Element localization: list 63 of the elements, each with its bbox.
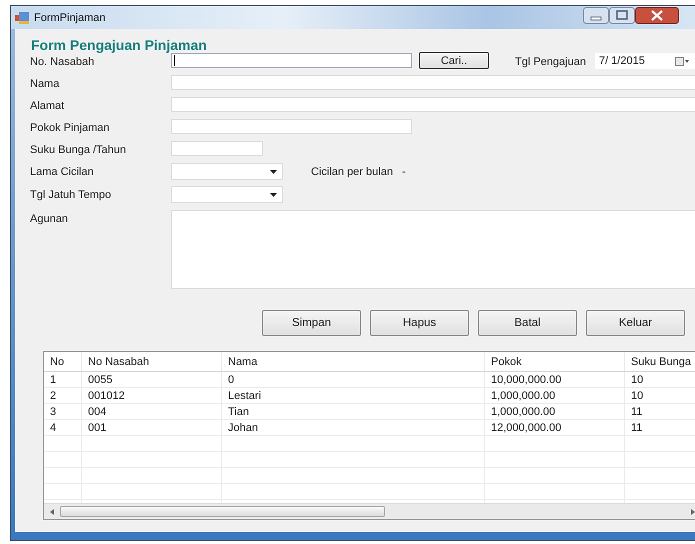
field-label: Lama Cicilan [30,165,95,178]
calendar-dropdown-icon[interactable] [675,56,689,66]
table-cell: Tian [222,404,485,419]
form-heading: Form Pengajuan Pinjaman [31,36,208,53]
column-header[interactable]: Pokok [485,352,625,371]
table-cell: 1,000,000.00 [485,388,625,403]
table-cell: 0055 [82,372,222,387]
field-label: Tgl Pengajuan [515,55,586,68]
action-button[interactable]: Batal [478,310,577,336]
table-cell: 12,000,000.00 [485,420,625,435]
column-header[interactable]: No Nasabah [82,352,222,371]
table-cell: 001012 [82,388,222,403]
field-label: Suku Bunga /Tahun [30,143,128,156]
action-button[interactable]: Hapus [370,310,469,336]
table-cell: 0 [222,372,485,387]
table-cell: 2 [44,388,82,403]
app-icon [15,12,29,24]
input-field[interactable] [171,75,695,90]
scroll-right-icon[interactable] [691,508,695,514]
table-cell: 4 [44,420,82,435]
input-field[interactable] [171,53,412,68]
table-cell: 001 [82,420,222,435]
table-cell: 10 [625,372,695,387]
field-label: Pokok Pinjaman [30,121,110,134]
table-cell: 1,000,000.00 [485,404,625,419]
close-button[interactable] [635,7,679,24]
input-field[interactable] [171,141,263,156]
dropdown[interactable] [171,163,283,180]
table-cell: 10 [625,388,695,403]
input-field[interactable] [171,119,412,134]
field-label: Tgl Jatuh Tempo [30,188,112,201]
text-area[interactable] [171,210,695,289]
table-cell: 10,000,000.00 [485,372,625,387]
scroll-thumb[interactable] [60,506,385,517]
table-cell: 1 [44,372,82,387]
table-cell: 11 [625,404,695,419]
field-label: Cicilan per bulan [311,165,393,178]
column-header[interactable]: No [44,352,82,371]
dropdown[interactable] [171,186,283,203]
maximize-button[interactable] [609,7,635,24]
column-header[interactable]: Suku Bunga [625,352,695,371]
table-cell: 3 [44,404,82,419]
horizontal-scrollbar[interactable] [44,503,695,519]
table-cell: 004 [82,404,222,419]
table-cell: Lestari [222,388,485,403]
date-picker[interactable]: 7/ 1/2015 [594,53,695,69]
dropdown-arrow-icon [270,170,277,174]
field-label: Agunan [30,212,69,225]
dropdown-arrow-icon [270,192,277,196]
input-field[interactable] [171,97,695,112]
field-label: No. Nasabah [30,55,96,68]
action-button[interactable]: Simpan [262,310,361,336]
table-cell: Johan [222,420,485,435]
search-button[interactable]: Cari.. [419,52,489,69]
action-button[interactable]: Keluar [586,310,685,336]
field-label: - [402,165,406,178]
field-label: Nama [30,77,60,90]
minimize-button[interactable] [583,7,609,24]
column-header[interactable]: Nama [222,352,485,371]
field-label: Alamat [30,99,66,112]
window-title: FormPinjaman [34,12,106,24]
scroll-left-icon[interactable] [50,508,54,514]
table-cell: 11 [625,420,695,435]
